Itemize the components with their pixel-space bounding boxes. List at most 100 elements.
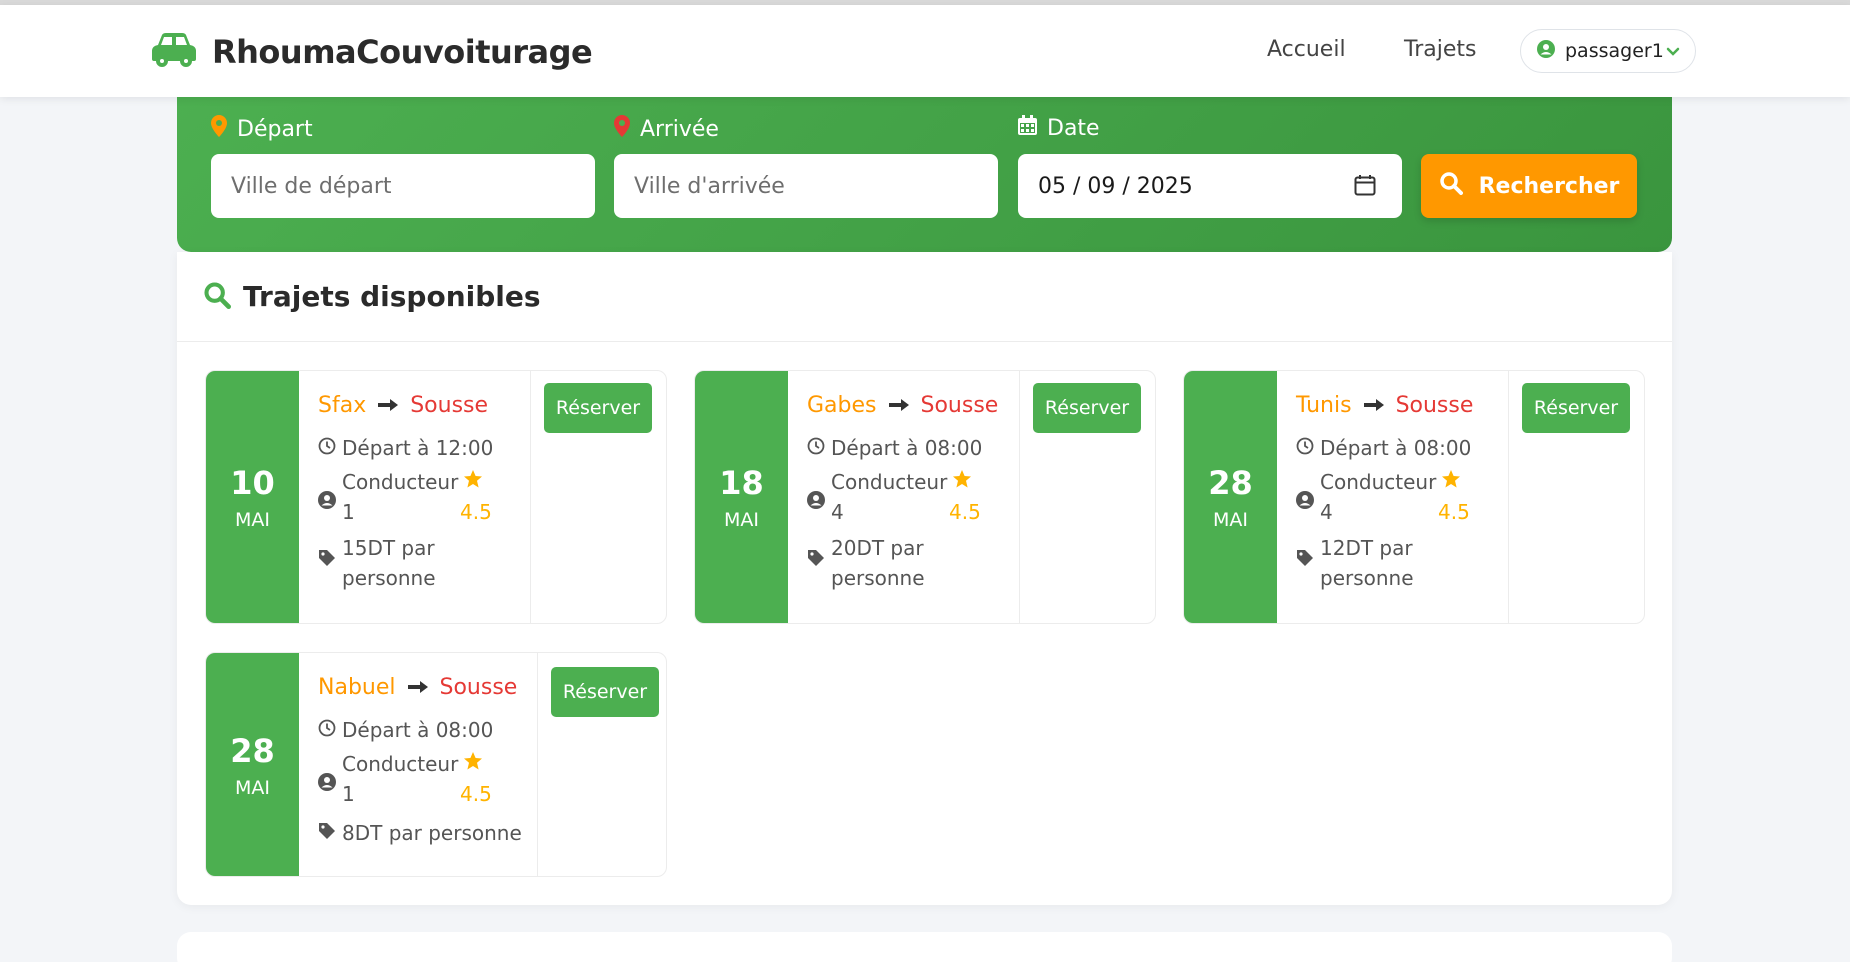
nav-link-accueil[interactable]: Accueil bbox=[1267, 37, 1346, 62]
results-card: Trajets disponibles 10 MAI Sfax Sousse D… bbox=[177, 252, 1672, 905]
user-circle-icon bbox=[318, 487, 342, 517]
reserve-button[interactable]: Réserver bbox=[551, 667, 659, 717]
user-circle-icon bbox=[1537, 40, 1555, 62]
trip-price-text: 20DT par personne bbox=[831, 536, 925, 590]
reserve-button[interactable]: Réserver bbox=[1522, 383, 1630, 433]
search-panel: Départ Arrivée Date 05 / 09 / 2025 Reche… bbox=[177, 97, 1672, 252]
reserve-button[interactable]: Réserver bbox=[1033, 383, 1141, 433]
navbar: RhoumaCouvoiturage Accueil Trajets passa… bbox=[0, 5, 1850, 97]
trip-route: Tunis Sousse bbox=[1296, 393, 1473, 418]
trip-driver-name: Conducteur 4 bbox=[1320, 467, 1438, 527]
trip-departure: Départ à 08:00 bbox=[318, 715, 493, 745]
trip-day: 18 bbox=[719, 464, 764, 502]
calendar-icon[interactable] bbox=[1354, 174, 1376, 202]
date-field[interactable]: 05 / 09 / 2025 bbox=[1018, 154, 1402, 218]
tag-icon bbox=[318, 545, 342, 575]
star-icon bbox=[463, 749, 489, 779]
user-name: passager1 bbox=[1565, 40, 1664, 62]
map-marker-icon bbox=[211, 115, 237, 143]
trip-info: Nabuel Sousse Départ à 08:00 Conducteur 1… bbox=[299, 653, 538, 876]
trip-card: 18 MAI Gabes Sousse Départ à 08:00 Condu… bbox=[694, 370, 1156, 624]
results-header: Trajets disponibles bbox=[177, 252, 1672, 342]
reserve-button[interactable]: Réserver bbox=[544, 383, 652, 433]
trip-from: Tunis bbox=[1296, 393, 1352, 418]
calendar-icon bbox=[1018, 115, 1047, 141]
brand[interactable]: RhoumaCouvoiturage bbox=[148, 31, 593, 73]
trip-month: MAI bbox=[724, 509, 759, 531]
trip-rating: 4.5 bbox=[460, 749, 492, 809]
depart-label: Départ bbox=[211, 115, 313, 143]
driver-number: 4 bbox=[831, 500, 844, 524]
trip-price-text: 12DT par personne bbox=[1320, 536, 1414, 590]
tag-icon bbox=[807, 545, 831, 575]
trip-month: MAI bbox=[235, 776, 270, 799]
trip-route: Sfax Sousse bbox=[318, 393, 488, 418]
depart-label-text: Départ bbox=[237, 116, 313, 142]
driver-number: 1 bbox=[342, 782, 355, 806]
trip-date: 10 MAI bbox=[206, 371, 299, 623]
trip-month: MAI bbox=[1213, 509, 1248, 531]
trip-day: 10 bbox=[230, 464, 275, 502]
results-title: Trajets disponibles bbox=[243, 280, 541, 313]
trip-price: 8DT par personne bbox=[318, 818, 522, 848]
clock-icon bbox=[1296, 433, 1320, 463]
trip-price: 20DT par personne bbox=[807, 533, 949, 593]
trip-card: 28 MAI Tunis Sousse Départ à 08:00 Condu… bbox=[1183, 370, 1645, 624]
driver-label: Conducteur bbox=[831, 470, 948, 494]
trip-from: Sfax bbox=[318, 393, 367, 418]
rating-value: 4.5 bbox=[460, 500, 492, 524]
map-marker-icon bbox=[614, 115, 640, 143]
trip-to: Sousse bbox=[1395, 393, 1474, 418]
arrivee-input[interactable] bbox=[634, 173, 998, 199]
search-icon bbox=[1439, 171, 1479, 201]
trip-info: Sfax Sousse Départ à 12:00 Conducteur 1 4… bbox=[299, 371, 531, 623]
clock-icon bbox=[318, 433, 342, 463]
date-label: Date bbox=[1018, 115, 1100, 141]
trip-from: Nabuel bbox=[318, 675, 396, 700]
user-circle-icon bbox=[807, 487, 831, 517]
star-icon bbox=[952, 467, 978, 497]
trip-driver: Conducteur 4 4.5 bbox=[807, 467, 981, 527]
date-value[interactable]: 05 / 09 / 2025 bbox=[1038, 174, 1193, 199]
arrow-right-icon bbox=[888, 393, 909, 418]
trip-departure: Départ à 08:00 bbox=[1296, 433, 1471, 463]
trip-price: 12DT par personne bbox=[1296, 533, 1438, 593]
rating-value: 4.5 bbox=[460, 782, 492, 806]
trip-card: 10 MAI Sfax Sousse Départ à 12:00 Conduc… bbox=[205, 370, 667, 624]
trip-departure-text: Départ à 08:00 bbox=[1320, 436, 1472, 460]
driver-label: Conducteur bbox=[342, 752, 459, 776]
arrivee-field[interactable] bbox=[614, 154, 998, 218]
trip-driver: Conducteur 1 4.5 bbox=[318, 749, 492, 809]
trip-rating: 4.5 bbox=[1438, 467, 1470, 527]
trip-from: Gabes bbox=[807, 393, 877, 418]
arrow-right-icon bbox=[1363, 393, 1384, 418]
search-button-label: Rechercher bbox=[1478, 173, 1620, 199]
depart-field[interactable] bbox=[211, 154, 595, 218]
clock-icon bbox=[318, 715, 342, 745]
trip-card: 28 MAI Nabuel Sousse Départ à 08:00 Cond… bbox=[205, 652, 667, 877]
chevron-down-icon bbox=[1665, 43, 1681, 63]
clock-icon bbox=[807, 433, 831, 463]
star-icon bbox=[463, 467, 489, 497]
trip-departure-text: Départ à 08:00 bbox=[342, 718, 494, 742]
arrow-right-icon bbox=[378, 393, 399, 418]
trip-route: Nabuel Sousse bbox=[318, 675, 517, 700]
trip-day: 28 bbox=[230, 731, 275, 770]
user-circle-icon bbox=[318, 769, 342, 799]
driver-number: 4 bbox=[1320, 500, 1333, 524]
depart-input[interactable] bbox=[231, 173, 595, 199]
rating-value: 4.5 bbox=[949, 500, 981, 524]
trip-month: MAI bbox=[235, 509, 270, 531]
rating-value: 4.5 bbox=[1438, 500, 1470, 524]
user-circle-icon bbox=[1296, 487, 1320, 517]
trip-driver: Conducteur 4 4.5 bbox=[1296, 467, 1470, 527]
user-menu-button[interactable]: passager1 bbox=[1520, 29, 1696, 73]
car-icon bbox=[148, 31, 200, 73]
trip-departure: Départ à 08:00 bbox=[807, 433, 982, 463]
search-button[interactable]: Rechercher bbox=[1421, 154, 1637, 218]
trip-driver-name: Conducteur 1 bbox=[342, 467, 460, 527]
trip-driver-name: Conducteur 1 bbox=[342, 749, 460, 809]
trip-departure: Départ à 12:00 bbox=[318, 433, 493, 463]
nav-link-trajets[interactable]: Trajets bbox=[1404, 37, 1476, 62]
star-icon bbox=[1441, 467, 1467, 497]
